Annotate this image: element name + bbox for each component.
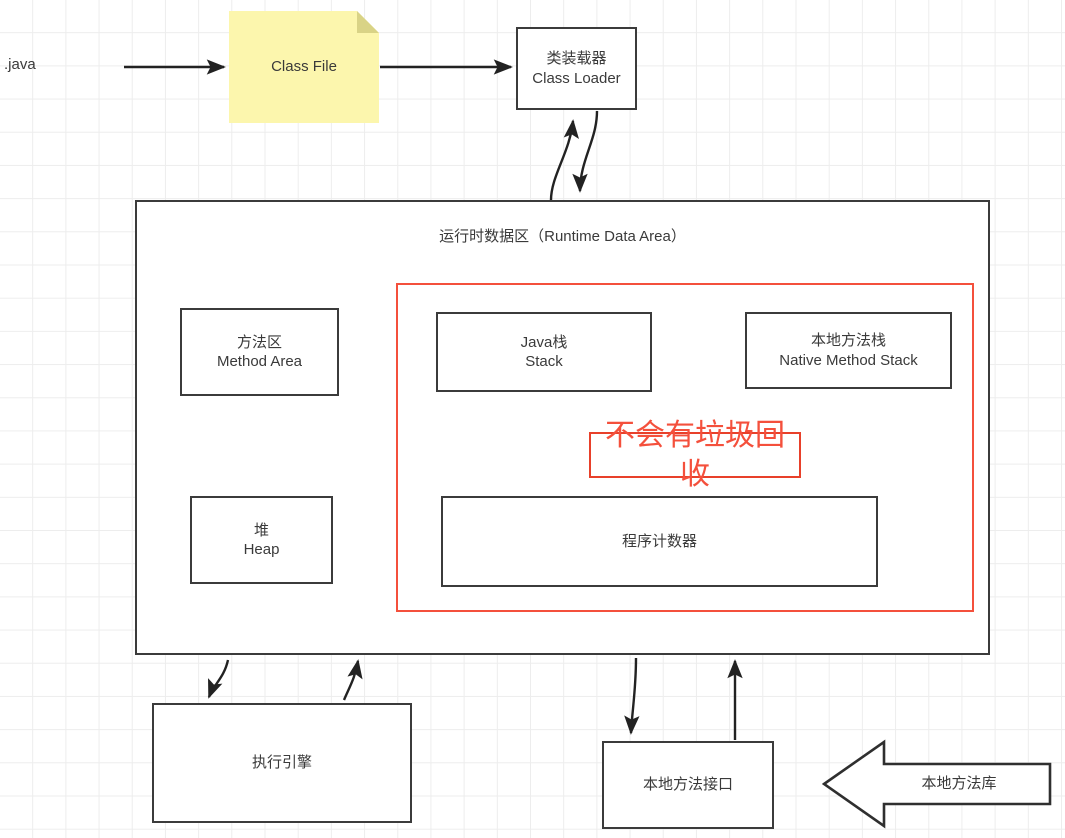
native-method-stack-label: 本地方法栈 Native Method Stack	[779, 332, 918, 369]
class-loader-label: 类装载器 Class Loader	[532, 50, 621, 87]
arrow-execengine-to-runtime	[342, 659, 363, 701]
class-file-note[interactable]: Class File	[229, 11, 379, 123]
arrow-runtime-to-nativeiface	[624, 657, 640, 735]
native-method-interface-box[interactable]: 本地方法接口	[602, 741, 774, 829]
arrow-runtime-to-execengine	[207, 659, 230, 699]
class-file-label: Class File	[271, 58, 337, 76]
java-stack-label: Java栈 Stack	[520, 333, 568, 371]
heap-box[interactable]: 堆 Heap	[190, 496, 333, 584]
class-loader-box[interactable]: 类装载器 Class Loader	[516, 27, 637, 110]
java-source-label: .java	[4, 56, 36, 74]
page-fold-icon	[357, 11, 379, 33]
native-method-interface-label: 本地方法接口	[642, 776, 733, 794]
java-stack-box[interactable]: Java栈 Stack	[436, 312, 652, 392]
execution-engine-label: 执行引擎	[251, 754, 312, 772]
method-area-label: 方法区 Method Area	[216, 333, 303, 371]
diagram-canvas: .java Class File 类装载器 Class Loader 运行时数据…	[0, 0, 1065, 838]
native-method-stack-box[interactable]: 本地方法栈 Native Method Stack	[745, 312, 952, 389]
no-gc-annotation: 不会有垃圾回收	[589, 419, 801, 491]
method-area-box[interactable]: 方法区 Method Area	[180, 308, 339, 396]
program-counter-register-label: 程序计数器	[621, 532, 697, 550]
heap-label: 堆 Heap	[243, 521, 280, 559]
native-method-library-arrow[interactable]: 本地方法库	[822, 738, 1052, 830]
no-gc-annotation-label: 不会有垃圾回收	[605, 419, 785, 491]
runtime-data-area-title: 运行时数据区（Runtime Data Area）	[439, 228, 686, 245]
arrow-runtime-to-classloader	[549, 119, 579, 201]
program-counter-register-box[interactable]: 程序计数器	[441, 496, 878, 587]
execution-engine-box[interactable]: 执行引擎	[152, 703, 412, 823]
native-method-library-label: 本地方法库	[921, 775, 997, 793]
arrow-classloader-to-runtime	[572, 110, 599, 193]
